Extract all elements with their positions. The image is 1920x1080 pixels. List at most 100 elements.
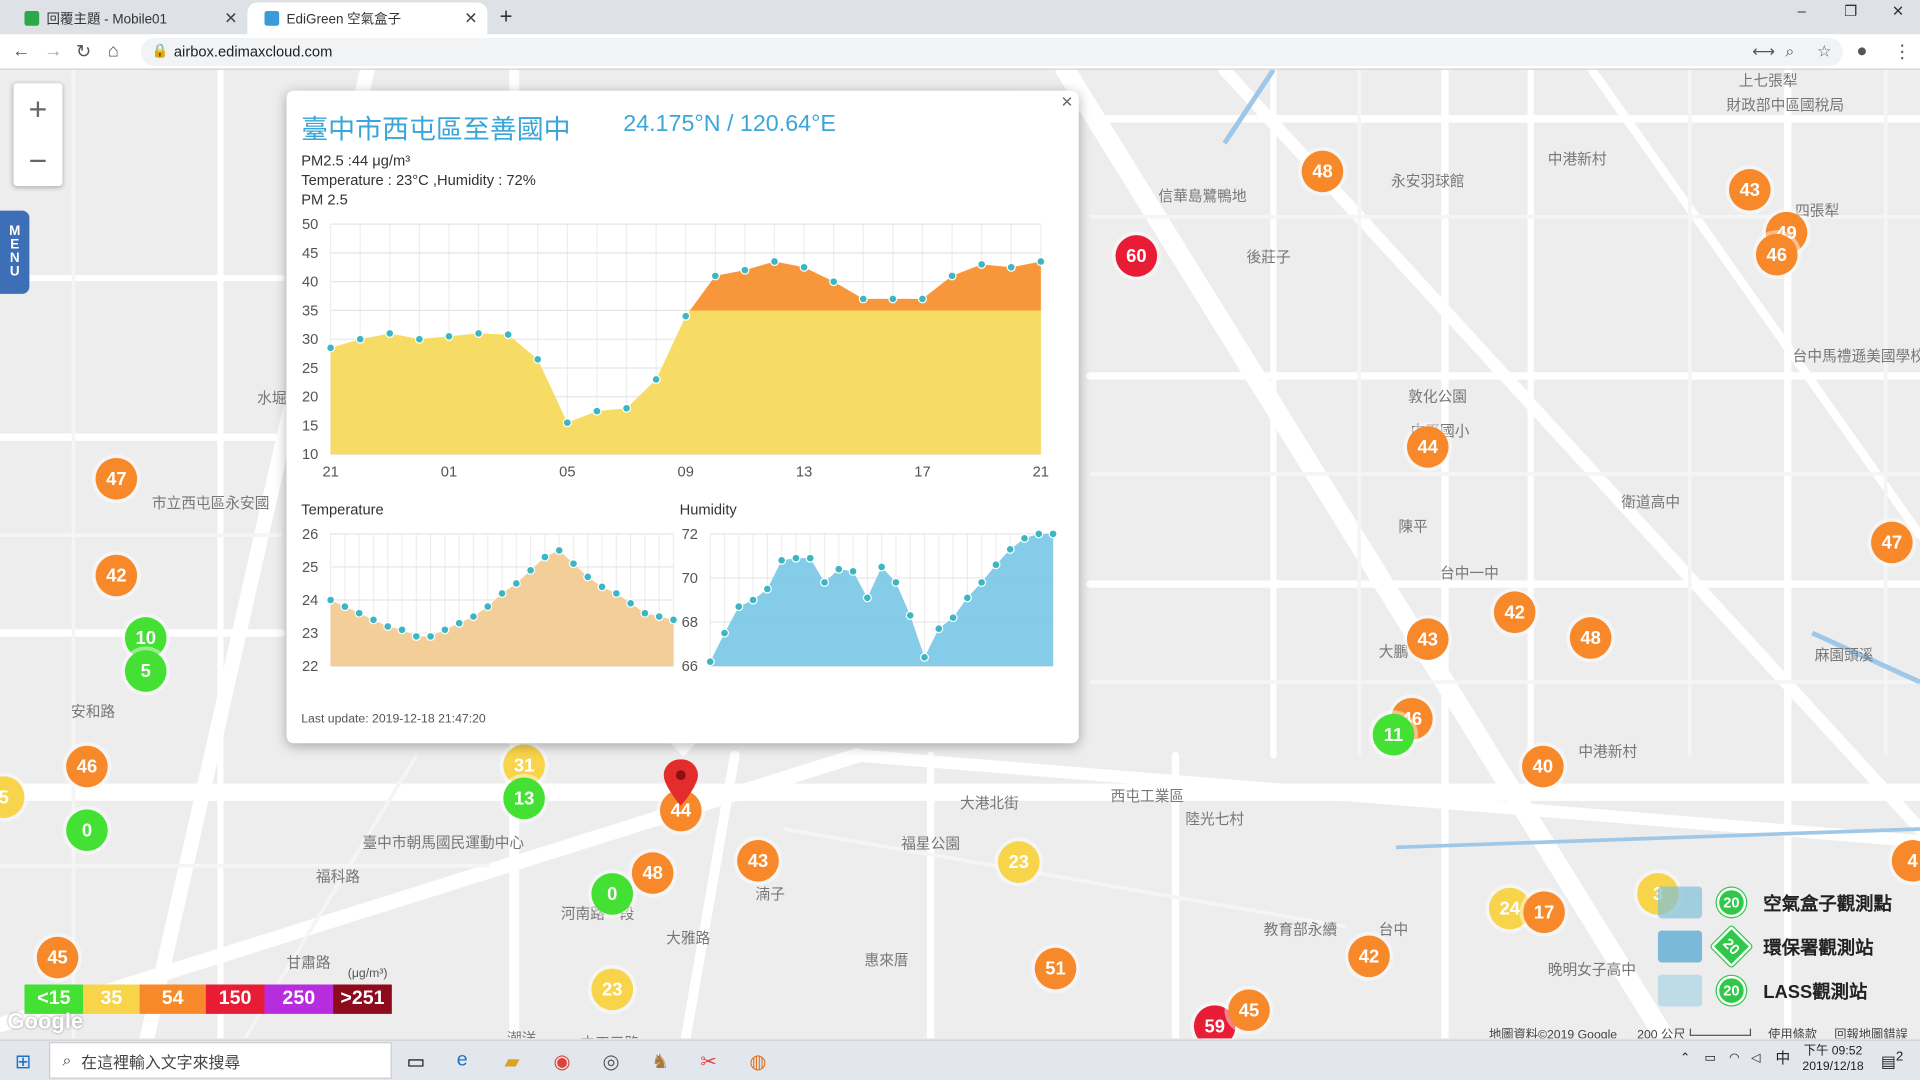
y-tick-label: 45 (302, 246, 318, 262)
aqi-marker[interactable]: 23 (997, 841, 1040, 883)
aqi-marker[interactable]: 42 (95, 554, 138, 597)
aqi-marker[interactable]: 47 (95, 457, 138, 500)
back-icon[interactable]: ← (12, 40, 30, 61)
temp-humidity-reading: Temperature : 23°C ,Humidity : 72% (301, 171, 536, 189)
map-place-label: 四張犁 (1795, 202, 1840, 220)
wifi-icon (1657, 974, 1703, 1007)
aqi-marker[interactable]: 46 (66, 745, 108, 788)
data-point (554, 545, 564, 555)
zoom-in-button[interactable]: + (13, 83, 62, 134)
aqi-marker[interactable]: 60 (1115, 235, 1158, 277)
close-tab-icon[interactable]: ✕ (464, 9, 477, 29)
tab-mobile01[interactable]: 回覆主題 - Mobile01 ✕ (7, 2, 247, 34)
aqi-marker[interactable]: 48 (1301, 150, 1344, 193)
data-point (654, 612, 664, 622)
chrome-icon[interactable]: ◉ (553, 1049, 570, 1073)
file-explorer-icon[interactable]: ▰ (504, 1049, 519, 1073)
blender-icon[interactable]: ◍ (749, 1049, 766, 1073)
aqi-marker[interactable]: 11 (1372, 713, 1415, 756)
map-place-label: 陸光七村 (1185, 810, 1245, 828)
data-point (1034, 529, 1044, 539)
profile-icon[interactable]: ● (1856, 40, 1867, 61)
bookmark-star-icon[interactable]: ☆ (1817, 42, 1831, 62)
aqi-marker[interactable]: 43 (737, 840, 779, 882)
aqi-marker[interactable]: 5 (124, 650, 167, 692)
data-point (411, 631, 421, 641)
volume-icon[interactable]: ◁ (1751, 1051, 1760, 1067)
aqi-marker[interactable]: 42 (1348, 935, 1390, 978)
close-window-button[interactable]: ✕ (1892, 2, 1904, 19)
aqi-marker[interactable]: 48 (631, 852, 674, 894)
url-field[interactable]: 🔒 airbox.edimaxcloud.com ⟷ ⌕ ☆ (140, 37, 1843, 67)
data-point (888, 294, 898, 304)
aqi-marker[interactable]: 44 (1406, 426, 1449, 468)
menu-dots-icon[interactable]: ⋮ (1893, 40, 1911, 63)
windows-start-icon[interactable]: ⊞ (15, 1049, 31, 1073)
aqi-legend-swatch: 150 (205, 984, 265, 1014)
aqi-legend-swatch: 250 (264, 984, 334, 1014)
y-tick-label: 30 (302, 332, 318, 348)
zoom-out-button[interactable]: − (13, 135, 62, 186)
maximize-button[interactable]: ❐ (1844, 2, 1857, 19)
aqi-marker[interactable]: 47 (1871, 521, 1913, 564)
data-point (947, 271, 957, 281)
aqi-marker[interactable]: 43 (1406, 618, 1449, 661)
aqi-marker[interactable]: 40 (1522, 745, 1564, 788)
data-point (740, 265, 750, 275)
x-tick-label: 05 (559, 464, 575, 480)
terms-link[interactable]: 使用條款 (1768, 1024, 1817, 1039)
zoom-icon[interactable]: ⌕ (1785, 42, 1794, 62)
app-icon-3[interactable]: ✂ (700, 1049, 716, 1073)
taskbar-search-input[interactable]: ⌕ 在這裡輸入文字來搜尋 (48, 1042, 392, 1079)
reload-icon[interactable]: ↻ (76, 40, 91, 63)
aqi-marker[interactable]: 0 (66, 809, 108, 852)
aqi-marker[interactable]: 17 (1523, 891, 1565, 934)
selected-location-pin-icon[interactable] (663, 759, 698, 808)
x-tick-label: 01 (441, 464, 457, 480)
aqi-marker[interactable]: 13 (503, 777, 545, 820)
close-popup-button[interactable]: × (1061, 92, 1072, 114)
app-icon-1[interactable]: ◎ (602, 1049, 619, 1073)
clock[interactable]: 下午 09:52 2019/12/18 (1795, 1043, 1871, 1075)
aqi-marker[interactable]: 43 (1728, 168, 1771, 211)
aqi-marker[interactable]: 23 (591, 968, 634, 1011)
network-icon[interactable]: ◠ (1729, 1051, 1740, 1067)
aqi-marker[interactable]: 46 (1755, 233, 1798, 276)
clock-time: 下午 09:52 (1803, 1044, 1863, 1058)
aqi-marker[interactable]: 45 (36, 936, 79, 979)
tab-edigreen[interactable]: EdiGreen 空氣盒子 ✕ (247, 2, 488, 35)
edge-icon[interactable]: e (457, 1049, 468, 1071)
battery-icon[interactable]: ▭ (1705, 1051, 1717, 1067)
notifications-icon[interactable]: ▤2 (1881, 1049, 1903, 1069)
data-point (611, 588, 621, 598)
data-point (877, 562, 887, 572)
close-tab-icon[interactable]: ✕ (224, 9, 237, 29)
data-point (562, 418, 572, 428)
station-legend-row: 20 LASS觀測站 (1657, 974, 1867, 1007)
data-point (719, 628, 730, 638)
map-place-label: 臺中市朝馬國民運動中心 (362, 833, 525, 852)
home-icon[interactable]: ⌂ (108, 40, 119, 61)
minimize-button[interactable]: – (1798, 2, 1806, 19)
aqi-marker[interactable]: 0 (591, 873, 634, 915)
data-point (834, 564, 844, 574)
scale-label: 200 公尺 (1637, 1028, 1686, 1039)
app-icon-2[interactable]: ♞ (651, 1049, 669, 1073)
forward-icon[interactable]: → (44, 40, 62, 61)
data-point (383, 621, 393, 631)
translate-icon[interactable]: ⟷ (1752, 42, 1775, 62)
menu-tab[interactable]: MENU (0, 210, 30, 294)
station-title: 臺中市西屯區至善國中 (301, 113, 571, 145)
aqi-marker[interactable]: 45 (1228, 989, 1270, 1032)
tray-chevron-icon[interactable]: ⌃ (1680, 1051, 1690, 1067)
station-popup: 臺中市西屯區至善國中 24.175°N / 120.64°E × PM2.5 :… (286, 90, 1079, 744)
report-error-link[interactable]: 回報地圖錯誤 (1834, 1024, 1907, 1039)
aqi-marker[interactable]: 51 (1034, 947, 1077, 990)
task-view-icon[interactable]: ▭ (407, 1049, 426, 1073)
tab-label: EdiGreen 空氣盒子 (286, 12, 402, 27)
data-point (326, 343, 336, 353)
ime-indicator[interactable]: 中 (1776, 1050, 1791, 1067)
aqi-marker[interactable]: 42 (1493, 591, 1536, 634)
aqi-marker[interactable]: 48 (1569, 617, 1612, 659)
new-tab-button[interactable]: + (500, 4, 513, 30)
